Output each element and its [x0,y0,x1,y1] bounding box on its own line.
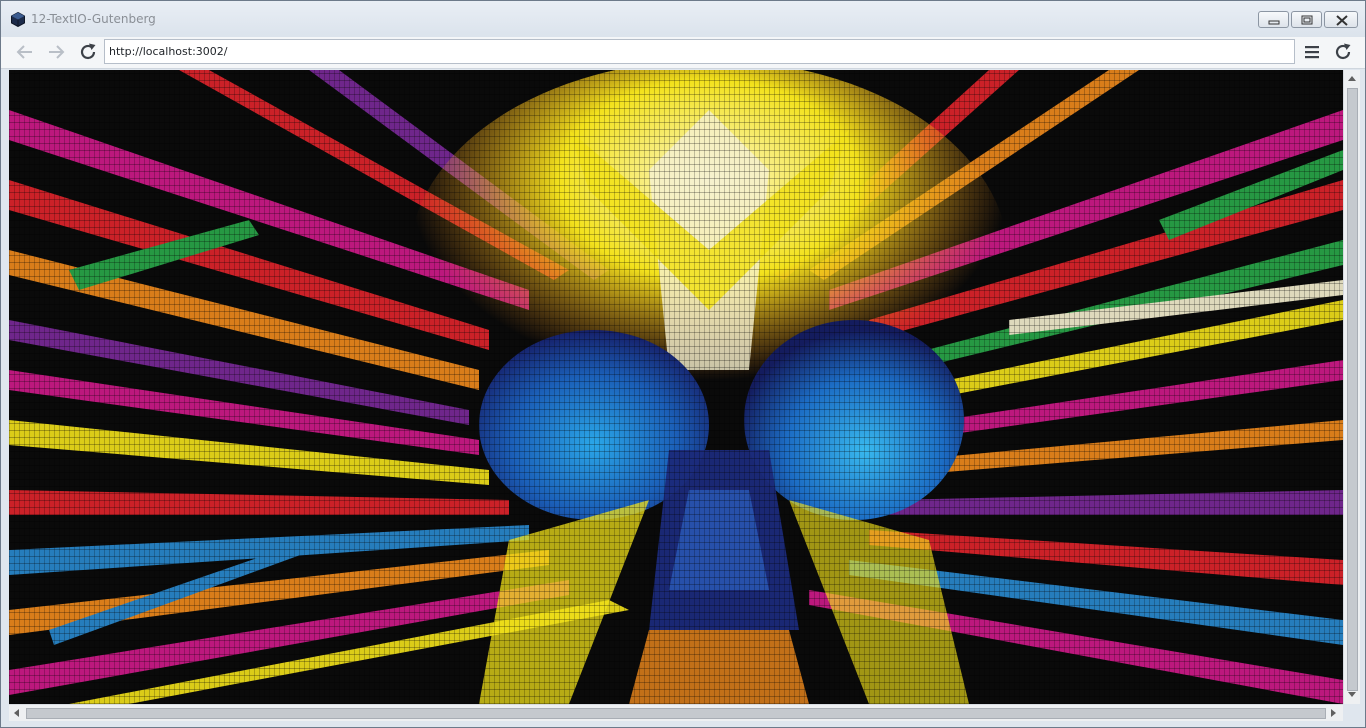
forward-button[interactable] [44,40,68,64]
hamburger-menu-icon [1305,46,1319,59]
navigation-bar [1,37,1365,69]
restore-icon [1301,15,1313,25]
scroll-left-icon[interactable] [14,709,19,717]
scroll-down-icon[interactable] [1348,692,1356,697]
minimize-icon [1268,20,1280,25]
reload-button[interactable] [76,40,100,64]
text-glyph-texture [9,70,1343,704]
menu-button[interactable] [1300,40,1324,64]
maximize-button[interactable] [1291,11,1322,28]
back-button[interactable] [13,40,37,64]
vertical-scroll-thumb[interactable] [1347,88,1358,691]
vertical-scrollbar[interactable] [1343,70,1360,704]
minimize-button[interactable] [1258,11,1289,28]
horizontal-scroll-thumb[interactable] [26,708,1326,719]
cube-icon [11,11,25,28]
reload-icon [80,43,96,60]
arrow-left-icon [16,45,32,59]
browser-window: 12-TextIO-Gutenberg [0,0,1366,728]
reload-icon [1335,43,1351,60]
reload-button-right[interactable] [1331,40,1355,64]
window-title: 12-TextIO-Gutenberg [31,12,156,26]
close-icon [1336,15,1348,26]
horizontal-scrollbar[interactable] [9,704,1343,721]
address-bar[interactable] [104,39,1295,64]
close-button[interactable] [1324,11,1358,28]
title-bar[interactable]: 12-TextIO-Gutenberg [1,1,1365,37]
page-canvas[interactable] [9,70,1343,704]
scroll-up-icon[interactable] [1348,76,1356,81]
scroll-right-icon[interactable] [1331,709,1336,717]
arrow-right-icon [49,45,65,59]
